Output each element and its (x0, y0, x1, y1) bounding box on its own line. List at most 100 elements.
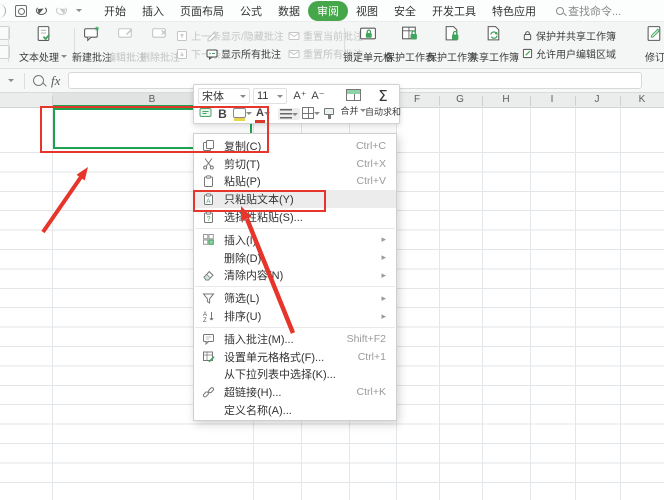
format-painter-icon[interactable] (198, 107, 213, 119)
column-header-f[interactable]: F (414, 94, 420, 105)
tab-formulas[interactable]: 公式 (232, 1, 270, 21)
column-header-k[interactable]: K (639, 94, 646, 105)
fill-color-icon (233, 108, 246, 121)
print-preview-icon[interactable] (15, 4, 27, 17)
alignment-button[interactable] (278, 108, 300, 120)
undo-icon[interactable] (36, 6, 47, 15)
menu-separator (195, 286, 395, 288)
protect-workbook-button[interactable]: 保护工作簿 (427, 25, 477, 64)
find-command-search[interactable]: 查找命令... (556, 3, 621, 19)
name-box-caret-icon[interactable] (8, 79, 14, 85)
cropped-ribbon-buttons (0, 26, 14, 64)
menu-item-paste-special[interactable]: ? 选择性粘贴(S)... (194, 208, 396, 226)
fx-label: fx (51, 72, 61, 88)
tab-page-layout[interactable]: 页面布局 (172, 1, 232, 21)
show-all-comments-button[interactable]: 显示所有批注 (206, 46, 284, 61)
menu-item-hyperlink[interactable]: 超链接(H)... Ctrl+K (194, 383, 396, 401)
menu-item-define-name[interactable]: 定义名称(A)... (194, 401, 396, 419)
tab-view[interactable]: 视图 (348, 1, 386, 21)
menu-item-filter[interactable]: 筛选(L) (194, 289, 396, 307)
tab-home[interactable]: 开始 (96, 1, 134, 21)
titlebar: 开始 插入 页面布局 公式 数据 审阅 视图 安全 开发工具 特色应用 查找命令… (0, 0, 664, 22)
menu-item-cut[interactable]: 剪切(T) Ctrl+X (194, 155, 396, 173)
menu-item-sort[interactable]: AZ 排序(U) (194, 307, 396, 325)
search-label: 查找命令... (568, 5, 622, 18)
lock-cell-button[interactable]: 锁定单元格 (343, 25, 393, 64)
paste-text-icon: A (202, 193, 218, 206)
redo-icon (56, 6, 67, 15)
column-header-h[interactable]: H (502, 94, 509, 105)
show-all-comments-label: 显示所有批注 (221, 50, 281, 61)
new-comment-icon (84, 26, 100, 42)
column-header-b[interactable]: B (149, 94, 156, 105)
menu-item-insert[interactable]: 插入(I) (194, 231, 396, 249)
new-comment-button[interactable]: 新建批注 (72, 25, 112, 64)
menu-item-format-cells[interactable]: 设置单元格格式(F)... Ctrl+1 (194, 348, 396, 366)
column-header-i[interactable]: I (551, 94, 554, 105)
increase-font-button[interactable]: A⁺ (292, 89, 308, 102)
tab-security[interactable]: 安全 (386, 1, 424, 21)
menu-item-clear-contents[interactable]: 清除内容(N) (194, 267, 396, 285)
menu-item-paste[interactable]: 粘贴(P) Ctrl+V (194, 173, 396, 191)
font-size-select[interactable]: 11 (253, 88, 287, 104)
dropdown-caret-icon (61, 55, 67, 61)
protect-share-workbook-button[interactable]: 保护并共享工作簿 (522, 28, 616, 43)
menu-item-delete[interactable]: 删除(D) (194, 249, 396, 267)
share-workbook-button[interactable]: 共享工作簿 (469, 25, 519, 64)
autosum-button[interactable]: Σ 自动求和 (365, 87, 401, 118)
menu-item-paste-text-only[interactable]: A 只粘贴文本(Y) (194, 190, 396, 209)
delete-comment-icon (152, 28, 167, 38)
protect-sheet-button[interactable]: 保护工作表 (385, 25, 435, 64)
grid-column-line (620, 108, 621, 500)
revision-button[interactable]: 修订 (640, 25, 664, 64)
menu-separator (195, 227, 395, 229)
search-icon (556, 6, 564, 15)
text-process-icon (37, 26, 50, 41)
merge-cells-icon (345, 89, 361, 101)
tab-developer[interactable]: 开发工具 (424, 1, 484, 21)
menu-item-insert-comment[interactable]: 插入批注(M)... Shift+F2 (194, 330, 396, 348)
protect-share-icon (523, 31, 532, 41)
tab-special-features[interactable]: 特色应用 (484, 1, 544, 21)
protect-workbook-icon (445, 26, 459, 41)
column-header-g[interactable]: G (456, 94, 464, 105)
insert-function-icon[interactable] (33, 75, 44, 86)
menu-item-pick-from-list[interactable]: 从下拉列表中选择(K)... (194, 366, 396, 384)
submenu-arrow-icon (376, 252, 386, 263)
submenu-arrow-icon (376, 293, 386, 304)
blank-icon (202, 404, 218, 417)
fill-color-button[interactable] (233, 108, 252, 121)
allow-edit-ranges-button[interactable]: 允许用户编辑区域 (522, 46, 616, 61)
clear-format-button[interactable] (324, 108, 334, 119)
tab-review[interactable]: 审阅 (308, 0, 348, 21)
svg-text:Z: Z (203, 318, 207, 323)
delete-comment-label: 删除批注 (140, 53, 180, 64)
text-process-label: 文本处理 (19, 53, 59, 64)
brush-icon (324, 108, 334, 119)
font-name-select[interactable]: 宋体 (198, 88, 250, 104)
customize-toolbar-caret-icon[interactable] (76, 9, 82, 15)
column-header-j[interactable]: J (595, 94, 600, 105)
revision-icon (647, 26, 661, 41)
context-menu: 复制(C) Ctrl+C 剪切(T) Ctrl+X 粘贴(P) Ctrl+V A… (193, 133, 397, 421)
share-workbook-icon (487, 26, 500, 41)
bold-button[interactable]: B (216, 107, 229, 121)
submenu-arrow-icon (376, 234, 386, 245)
merge-center-button[interactable]: 合并 (340, 89, 366, 117)
tab-insert[interactable]: 插入 (134, 1, 172, 21)
share-workbook-label: 共享工作簿 (469, 53, 519, 64)
protect-sheet-icon (402, 26, 417, 40)
borders-button[interactable] (302, 107, 320, 119)
text-process-button[interactable]: 文本处理 (14, 25, 72, 64)
paste-icon (202, 175, 218, 188)
mini-toolbar: 宋体 11 A⁺ A⁻ B A 合并 Σ 自动求和 (193, 84, 401, 124)
tab-data[interactable]: 数据 (270, 1, 308, 21)
insert-cells-icon (202, 233, 218, 246)
grid-column-line (530, 108, 531, 500)
reset-all-comments-icon (288, 49, 300, 58)
font-color-button[interactable]: A (255, 107, 270, 123)
decrease-font-button[interactable]: A⁻ (310, 89, 326, 102)
menu-item-copy[interactable]: 复制(C) Ctrl+C (194, 137, 396, 155)
blank-icon (202, 368, 218, 381)
filter-icon (202, 292, 218, 305)
